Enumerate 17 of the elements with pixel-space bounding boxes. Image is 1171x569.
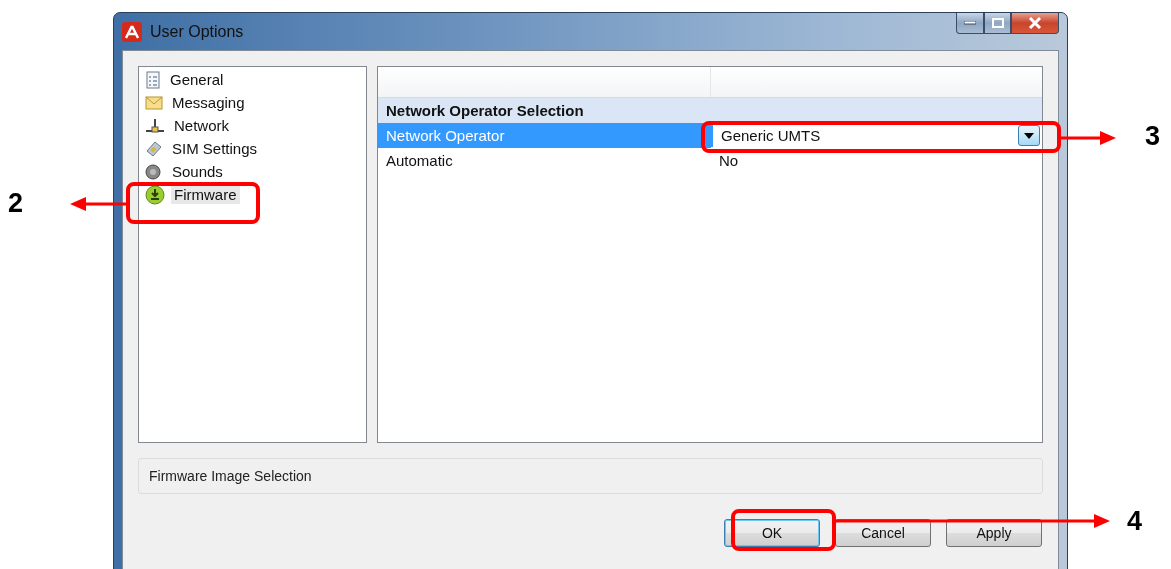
description-panel: Firmware Image Selection bbox=[138, 458, 1043, 494]
category-item[interactable]: Firmware bbox=[171, 185, 240, 204]
callout-number: 3 bbox=[1145, 121, 1161, 152]
property-value: No bbox=[718, 151, 740, 171]
category-item[interactable]: General bbox=[167, 70, 227, 89]
callout-number: 4 bbox=[1127, 506, 1143, 537]
category-row: Network Operator Selection bbox=[378, 98, 1042, 123]
window-title: User Options bbox=[150, 22, 244, 41]
dialog-button[interactable]: Apply bbox=[946, 519, 1042, 547]
dialog-button[interactable]: Cancel bbox=[835, 519, 931, 547]
category-item[interactable]: SIM Settings bbox=[169, 139, 261, 158]
callout-number: 2 bbox=[8, 188, 24, 219]
dialog-button[interactable]: OK bbox=[724, 519, 820, 547]
category-item[interactable]: Messaging bbox=[169, 93, 248, 112]
category-item[interactable]: Network bbox=[171, 116, 232, 135]
operator-dropdown[interactable]: Generic UMTS bbox=[711, 124, 1042, 147]
category-item[interactable]: Sounds bbox=[169, 162, 226, 181]
